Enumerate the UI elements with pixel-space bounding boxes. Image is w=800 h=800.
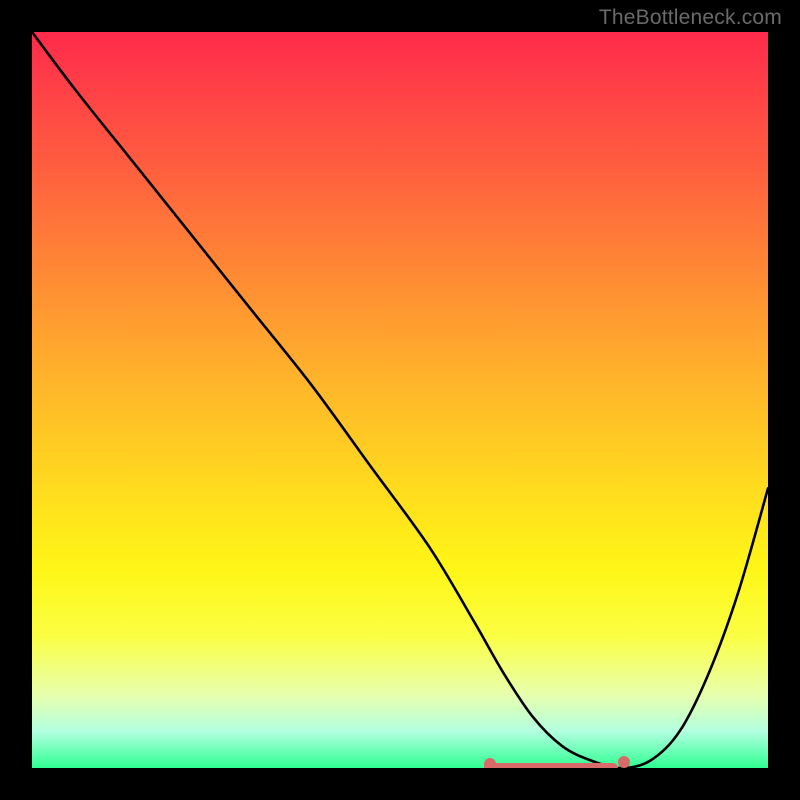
chart-frame: TheBottleneck.com [0,0,800,800]
optimal-range-marker [32,32,768,768]
optimal-point-marker [618,756,630,768]
watermark-text: TheBottleneck.com [599,6,782,30]
plot-area [32,32,768,768]
